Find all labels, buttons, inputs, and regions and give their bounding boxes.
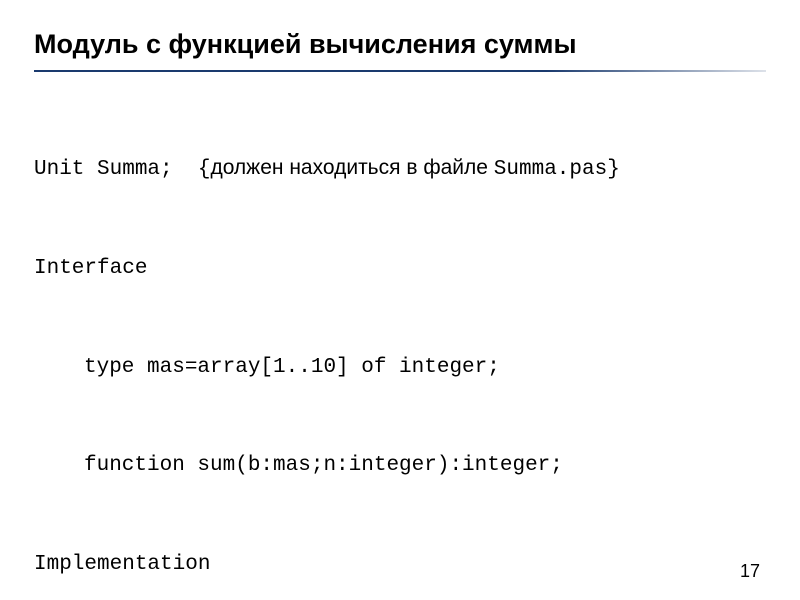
code-text: Summa.pas} — [494, 158, 620, 181]
code-block: Unit Summa; {должен находиться в файле S… — [34, 86, 766, 600]
code-text: Unit Summa; { — [34, 158, 210, 181]
page-number: 17 — [740, 561, 760, 582]
code-line-2: Interface — [34, 253, 766, 286]
slide: Модуль с функцией вычисления суммы Unit … — [0, 0, 800, 600]
code-line-4: function sum(b:mas;n:integer):integer; — [34, 450, 766, 483]
code-line-1: Unit Summa; {должен находиться в файле S… — [34, 152, 766, 187]
code-comment-text: должен находиться в файле — [210, 156, 493, 179]
code-line-5: Implementation — [34, 549, 766, 582]
code-line-3: type mas=array[1..10] of integer; — [34, 352, 766, 385]
slide-title: Модуль с функцией вычисления суммы — [34, 28, 766, 62]
title-underline — [34, 70, 766, 72]
